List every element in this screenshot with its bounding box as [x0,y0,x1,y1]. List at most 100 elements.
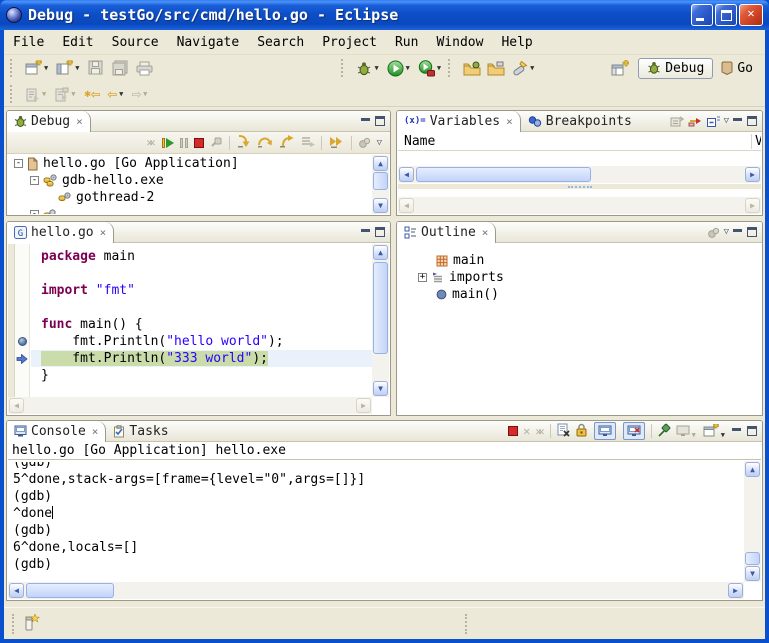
remove-all-terminated-icon[interactable]: ✕✕ [146,136,155,149]
scroll-thumb[interactable] [26,583,114,598]
column-header-name[interactable]: Name [398,134,435,149]
show-console-stderr-icon[interactable] [623,422,645,440]
scroll-up-icon[interactable]: ▲ [373,245,388,260]
tab-outline[interactable]: Outline × [397,222,496,243]
scroll-right-icon[interactable]: ▶ [356,398,371,413]
minimize-view-button[interactable] [733,117,743,126]
scroll-left-icon[interactable]: ◀ [399,198,414,213]
dropdown-icon[interactable]: ▼ [530,64,534,72]
new-other-button[interactable]: ▼ [54,57,83,79]
scroll-right-icon[interactable]: ▶ [728,583,743,598]
debug-tree-row-launch[interactable]: - hello.go [Go Application] [8,155,372,172]
column-header-value[interactable]: V [751,134,761,149]
editor-hscrollbar[interactable]: ◀ ▶ [8,397,372,414]
close-icon[interactable]: × [506,115,513,128]
scroll-down-icon[interactable]: ▼ [373,198,388,213]
instruction-stepping-icon[interactable] [300,133,315,152]
expander-collapse-icon[interactable]: - [30,176,39,185]
show-console-stdout-icon[interactable] [594,422,616,440]
minimize-view-button[interactable] [361,228,371,237]
expander-collapse-icon[interactable]: - [30,210,39,214]
perspective-debug-button[interactable]: Debug [638,58,713,79]
tab-tasks[interactable]: Tasks [106,421,175,442]
run-button[interactable]: ▼ [385,57,414,79]
tab-console[interactable]: Console × [7,421,106,442]
outline-row-main-package[interactable]: main [398,252,761,269]
dropdown-icon[interactable]: ▼ [119,90,123,98]
menu-edit[interactable]: Edit [53,32,102,53]
collapse-all-icon[interactable] [706,112,720,131]
tab-hello-go[interactable]: G hello.go × [7,222,114,243]
toolbar-handle[interactable] [341,59,348,77]
debug-tree-row-thread[interactable]: gothread-2 [8,189,372,206]
show-type-names-icon[interactable] [670,112,684,131]
pin-console-icon[interactable] [657,422,671,441]
open-type-button[interactable] [461,57,483,79]
run-last-tool-button[interactable]: ▼ [23,83,50,105]
close-icon[interactable]: × [100,226,107,239]
menu-source[interactable]: Source [103,32,168,53]
view-menu-icon[interactable]: ▽ [724,227,729,237]
remove-all-terminated-icon[interactable]: ✕✕ [535,425,544,438]
scroll-up-icon[interactable]: ▲ [373,156,388,171]
debug-launch-button[interactable]: ▼ [354,57,382,79]
maximize-view-button[interactable] [747,116,757,126]
menu-window[interactable]: Window [427,32,492,53]
toolbar-handle[interactable] [10,59,17,77]
clear-console-icon[interactable] [556,422,570,441]
scroll-thumb[interactable] [416,167,591,182]
scroll-left-icon[interactable]: ◀ [399,167,414,182]
maximize-view-button[interactable] [375,227,385,237]
outline-row-imports[interactable]: + imports [398,269,761,286]
debug-tree-row-partial[interactable]: - [8,206,372,214]
show-logical-structure-icon[interactable] [688,112,702,131]
minimize-view-button[interactable] [733,228,743,237]
step-return-icon[interactable] [279,133,294,152]
title-bar[interactable]: Debug - testGo/src/cmd/hello.go - Eclips… [0,0,769,30]
save-button[interactable] [85,57,107,79]
editor-vscrollbar[interactable]: ▲ ▼ [372,244,389,397]
open-perspective-button[interactable] [609,57,631,79]
console-hscrollbar[interactable]: ◀ ▶ [8,582,744,599]
expander-collapse-icon[interactable]: - [14,159,23,168]
menu-navigate[interactable]: Navigate [168,32,249,53]
tab-breakpoints[interactable]: Breakpoints [521,111,639,132]
new-wizard-button[interactable]: ▼ [23,57,52,79]
terminate-icon[interactable] [508,426,518,436]
dropdown-icon[interactable]: ▼ [374,64,378,72]
debug-tree-vscrollbar[interactable]: ▲ ▼ [372,155,389,214]
tab-variables[interactable]: (x)= Variables × [397,111,521,132]
print-button[interactable] [133,57,155,79]
scroll-thumb[interactable] [373,172,388,190]
close-button[interactable]: ✕ [739,4,763,26]
scroll-up-icon[interactable]: ▲ [745,462,760,477]
disconnect-icon[interactable] [210,133,223,152]
editor-overview-ruler[interactable] [8,244,15,397]
scroll-left-icon[interactable]: ◀ [9,583,24,598]
minimize-view-button[interactable] [361,117,371,126]
run-last-launch-button[interactable]: ▼ [52,83,79,105]
perspective-go-button[interactable]: Go [719,59,755,78]
minimize-view-button[interactable] [732,427,742,436]
scroll-left-icon[interactable]: ◀ [9,398,24,413]
step-into-icon[interactable] [236,133,251,152]
menu-search[interactable]: Search [248,32,313,53]
view-menu-icon[interactable]: ▽ [377,138,382,148]
toolbar-handle[interactable] [448,59,455,77]
variables-hscrollbar[interactable]: ◀ ▶ [398,166,761,183]
variables-table-body[interactable] [398,151,761,166]
dropdown-icon[interactable]: ▼ [71,90,75,98]
debug-view-extra-icon[interactable] [358,133,371,152]
detail-hscrollbar[interactable]: ◀ ▶ [398,197,761,214]
maximize-view-button[interactable] [747,426,757,436]
display-selected-console-icon[interactable]: ▼ [676,422,698,441]
close-icon[interactable]: × [92,425,99,438]
menu-help[interactable]: Help [492,32,541,53]
terminate-icon[interactable] [194,138,204,148]
toolbar-handle[interactable] [10,85,17,103]
tab-debug[interactable]: Debug × [7,111,91,132]
scroll-thumb[interactable] [373,262,388,354]
scroll-down-icon[interactable]: ▼ [745,566,760,581]
dropdown-icon[interactable]: ▼ [437,64,441,72]
search-button[interactable]: ▼ [509,57,538,79]
